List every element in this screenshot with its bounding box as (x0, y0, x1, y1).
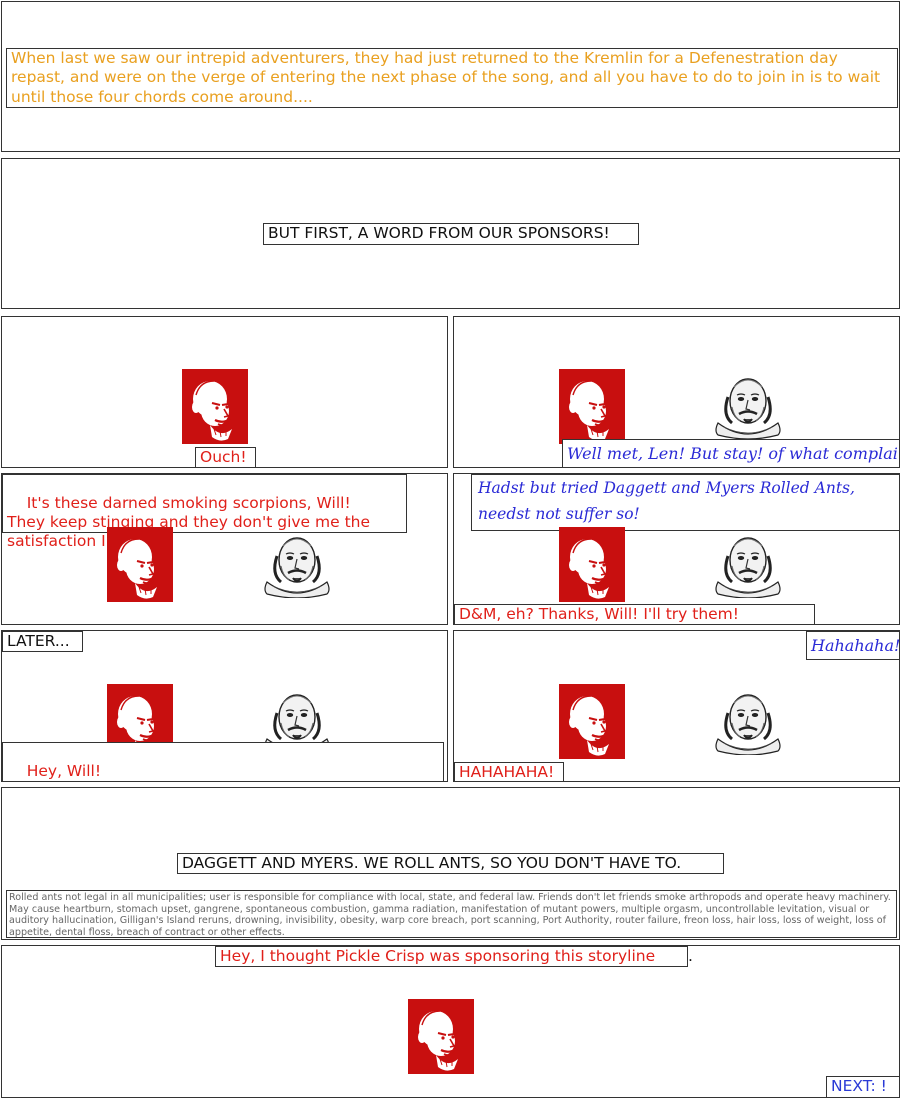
time-caption-text: LATER... (7, 632, 70, 650)
lenin-portrait (107, 527, 173, 602)
sponsor-caption: BUT FIRST, A WORD FROM OUR SPONSORS! (263, 223, 639, 245)
panel-intro: When last we saw our intrepid adventurer… (1, 1, 900, 152)
lenin-speech: Hey, I thought Pickle Crisp was sponsori… (215, 946, 688, 967)
lenin-speech: It's these darned smoking scorpions, Wil… (2, 474, 407, 550)
will-speech-text: Hadst but tried Daggett and Myers Rolled… (478, 479, 855, 523)
lenin-speech: Ouch! (195, 447, 256, 467)
lenin-speech-text: Hey, I thought Pickle Crisp was sponsori… (220, 947, 656, 965)
ad-slogan: DAGGETT AND MYERS. WE ROLL ANTS, SO YOU … (177, 853, 724, 874)
narration-text: When last we saw our intrepid adventurer… (11, 49, 881, 106)
fine-print-text: Rolled ants not legal in all municipalit… (9, 892, 891, 938)
lenin-speech: D&M, eh? Thanks, Will! I'll try them! (454, 604, 815, 624)
panel-3: Ouch! (1, 316, 448, 468)
will-speech-text: Hahahaha! (811, 636, 900, 655)
fine-print: Rolled ants not legal in all municipalit… (6, 890, 897, 938)
lenin-speech-text: HAHAHAHA! (459, 763, 555, 781)
lenin-portrait (182, 369, 248, 444)
lenin-speech: Hey, Will! I tried D&M Rolled Ants, and … (2, 742, 444, 781)
shakespeare-portrait (714, 536, 782, 598)
narration-box: When last we saw our intrepid adventurer… (6, 48, 898, 108)
panel-sponsor: BUT FIRST, A WORD FROM OUR SPONSORS! (1, 158, 900, 309)
lenin-speech-text: Ouch! (200, 448, 247, 466)
time-caption: LATER... (2, 631, 83, 652)
shakespeare-portrait (714, 693, 782, 755)
panel-4: Well met, Len! But stay! of what complai… (453, 316, 900, 468)
will-speech: Hadst but tried Daggett and Myers Rolled… (471, 474, 899, 531)
lenin-speech-text: Hey, Will! I tried D&M Rolled Ants, and … (26, 762, 102, 780)
lenin-speech: HAHAHAHA! (454, 762, 564, 781)
sponsor-caption-text: BUT FIRST, A WORD FROM OUR SPONSORS! (268, 224, 610, 242)
panel-final: Hey, I thought Pickle Crisp was sponsori… (1, 945, 900, 1098)
panel-6: Hadst but tried Daggett and Myers Rolled… (453, 473, 900, 625)
speech-trailing-period: . (688, 947, 693, 965)
lenin-portrait (559, 684, 625, 759)
panel-8: Hahahaha! HAHAHAHA! (453, 630, 900, 782)
lenin-portrait (559, 527, 625, 602)
will-speech: Well met, Len! But stay! of what complai… (562, 439, 899, 467)
ad-slogan-text: DAGGETT AND MYERS. WE ROLL ANTS, SO YOU … (182, 854, 682, 872)
next-link-text[interactable]: NEXT: ! (831, 1077, 887, 1095)
shakespeare-portrait (714, 377, 782, 439)
panel-5: It's these darned smoking scorpions, Wil… (1, 473, 448, 625)
will-speech: Hahahaha! (806, 631, 900, 660)
lenin-speech-text: D&M, eh? Thanks, Will! I'll try them! (459, 605, 739, 623)
lenin-portrait (559, 369, 625, 444)
panel-7: LATER... Hey, Will! I tried D&M Rolled A… (1, 630, 448, 782)
panel-ad: DAGGETT AND MYERS. WE ROLL ANTS, SO YOU … (1, 787, 900, 940)
next-link[interactable]: NEXT: ! (826, 1076, 899, 1097)
will-speech-text: Well met, Len! But stay! of what complai… (567, 444, 899, 463)
shakespeare-portrait (263, 536, 331, 598)
lenin-portrait (408, 999, 474, 1074)
